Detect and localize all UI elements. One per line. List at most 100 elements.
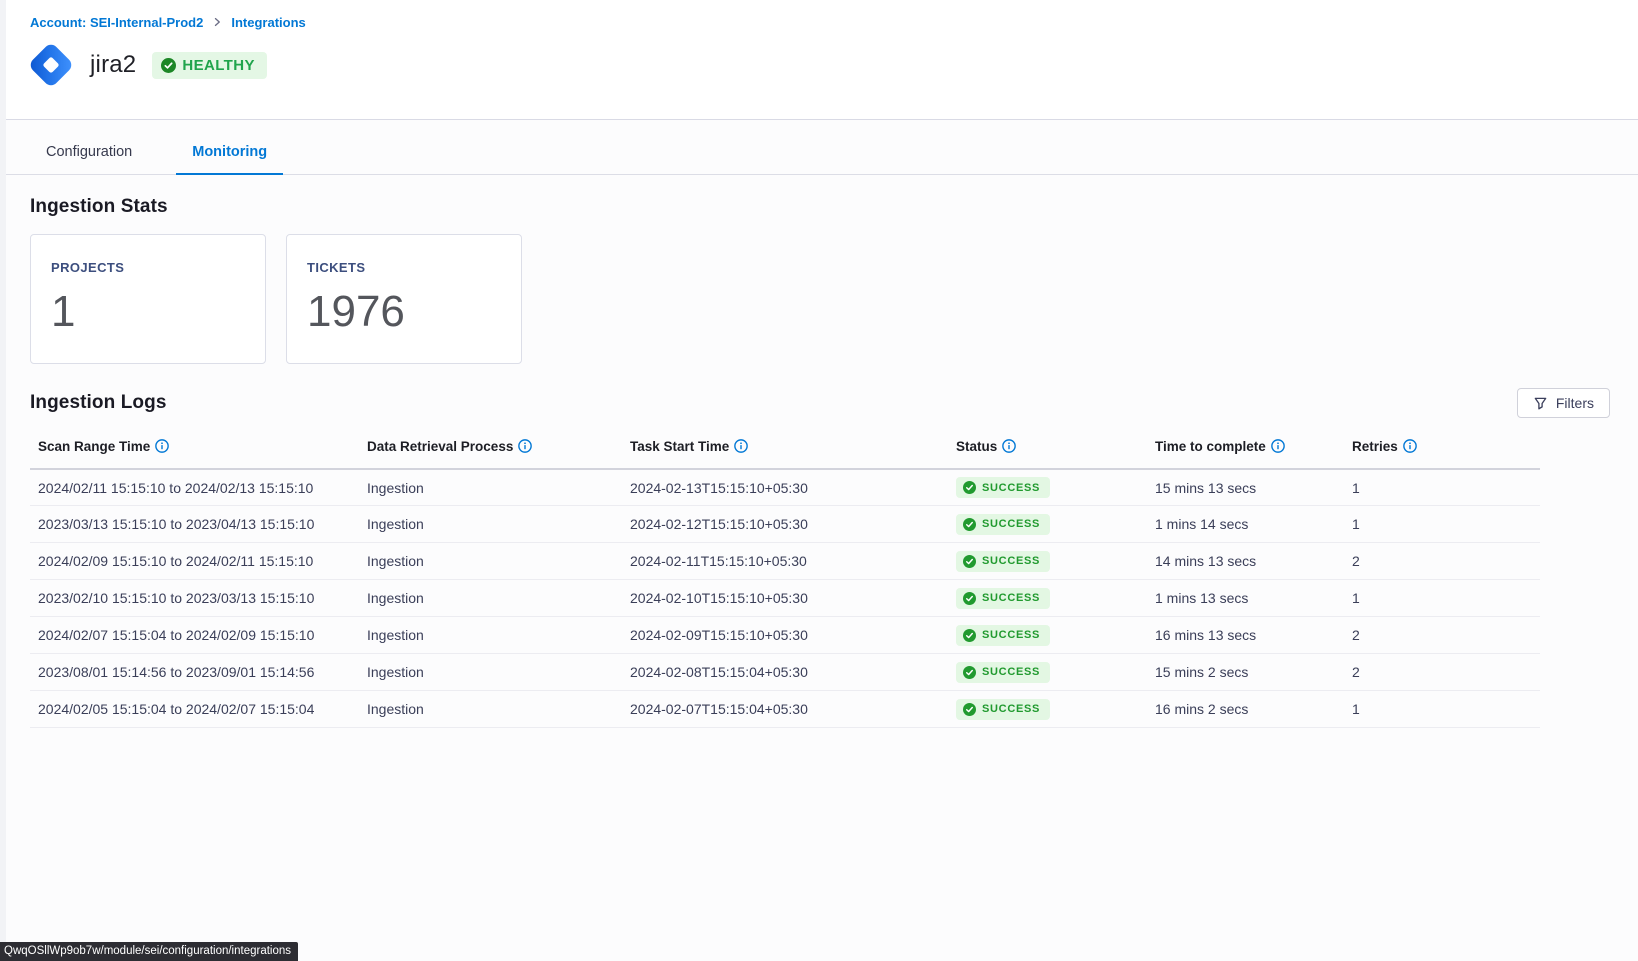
check-circle-icon (963, 666, 976, 679)
tab-configuration[interactable]: Configuration (30, 144, 148, 175)
collapsed-nav-strip (0, 0, 6, 961)
column-header-task-start-time: Task Start Time (622, 432, 948, 469)
cell-retries: 2 (1344, 543, 1540, 580)
cell-task-start: 2024-02-13T15:15:10+05:30 (622, 469, 948, 506)
cell-scan-range: 2023/08/01 15:14:56 to 2023/09/01 15:14:… (30, 654, 359, 691)
ingestion-logs-table: Scan Range Time Data Retrieval Process T… (30, 432, 1540, 728)
log-row[interactable]: 2024/02/07 15:15:04 to 2024/02/09 15:15:… (30, 617, 1540, 654)
filter-funnel-icon (1533, 396, 1548, 411)
cell-process: Ingestion (359, 617, 622, 654)
cell-process: Ingestion (359, 469, 622, 506)
cell-time-to-complete: 1 mins 13 secs (1147, 580, 1344, 617)
status-badge: SUCCESS (956, 662, 1050, 683)
log-row[interactable]: 2024/02/11 15:15:10 to 2024/02/13 15:15:… (30, 469, 1540, 506)
cell-task-start: 2024-02-08T15:15:04+05:30 (622, 654, 948, 691)
column-header-time-to-complete: Time to complete (1147, 432, 1344, 469)
integration-title: jira2 (90, 51, 136, 79)
column-label: Task Start Time (630, 439, 729, 454)
cell-task-start: 2024-02-11T15:15:10+05:30 (622, 543, 948, 580)
cell-process: Ingestion (359, 654, 622, 691)
integration-title-row: jira2 HEALTHY (30, 38, 1638, 92)
info-icon[interactable] (1271, 439, 1285, 453)
filters-button-label: Filters (1556, 395, 1594, 411)
stat-value: 1 (51, 287, 245, 337)
status-label: SUCCESS (982, 555, 1040, 567)
cell-process: Ingestion (359, 506, 622, 543)
cell-status: SUCCESS (948, 691, 1147, 728)
jira-logo-icon (24, 38, 78, 92)
filters-button[interactable]: Filters (1517, 388, 1610, 418)
cell-status: SUCCESS (948, 617, 1147, 654)
cell-scan-range: 2023/03/13 15:15:10 to 2023/04/13 15:15:… (30, 506, 359, 543)
status-label: SUCCESS (982, 592, 1040, 604)
cell-time-to-complete: 16 mins 13 secs (1147, 617, 1344, 654)
stat-card-tickets: TICKETS 1976 (286, 234, 522, 364)
cell-task-start: 2024-02-10T15:15:10+05:30 (622, 580, 948, 617)
status-label: SUCCESS (982, 629, 1040, 641)
cell-task-start: 2024-02-07T15:15:04+05:30 (622, 691, 948, 728)
check-circle-icon (963, 481, 976, 494)
log-row[interactable]: 2024/02/09 15:15:10 to 2024/02/11 15:15:… (30, 543, 1540, 580)
cell-scan-range: 2023/02/10 15:15:10 to 2023/03/13 15:15:… (30, 580, 359, 617)
cell-retries: 2 (1344, 617, 1540, 654)
cell-time-to-complete: 16 mins 2 secs (1147, 691, 1344, 728)
cell-task-start: 2024-02-12T15:15:10+05:30 (622, 506, 948, 543)
cell-time-to-complete: 15 mins 13 secs (1147, 469, 1344, 506)
info-icon[interactable] (1403, 439, 1417, 453)
info-icon[interactable] (734, 439, 748, 453)
cell-time-to-complete: 14 mins 13 secs (1147, 543, 1344, 580)
ingestion-logs-heading: Ingestion Logs (30, 392, 167, 414)
cell-scan-range: 2024/02/07 15:15:04 to 2024/02/09 15:15:… (30, 617, 359, 654)
stat-label: TICKETS (307, 260, 501, 275)
info-icon[interactable] (1002, 439, 1016, 453)
column-header-status: Status (948, 432, 1147, 469)
cell-scan-range: 2024/02/05 15:15:04 to 2024/02/07 15:15:… (30, 691, 359, 728)
chevron-right-icon (211, 16, 223, 28)
column-label: Status (956, 439, 997, 454)
health-status-badge: HEALTHY (152, 52, 267, 79)
status-badge: SUCCESS (956, 551, 1050, 572)
breadcrumb-account-link[interactable]: Account: SEI-Internal-Prod2 (30, 15, 203, 30)
status-bar-url: QwqOSllWp9ob7w/module/sei/configuration/… (0, 942, 298, 961)
check-circle-icon (161, 58, 176, 73)
monitoring-content: Configuration Monitoring Ingestion Stats… (0, 120, 1638, 961)
stat-label: PROJECTS (51, 260, 245, 275)
stat-card-projects: PROJECTS 1 (30, 234, 266, 364)
log-row[interactable]: 2023/02/10 15:15:10 to 2023/03/13 15:15:… (30, 580, 1540, 617)
status-badge: SUCCESS (956, 514, 1050, 535)
column-header-data-retrieval-process: Data Retrieval Process (359, 432, 622, 469)
ingestion-stats-cards: PROJECTS 1 TICKETS 1976 (30, 234, 1638, 364)
status-label: SUCCESS (982, 703, 1040, 715)
status-badge: SUCCESS (956, 588, 1050, 609)
info-icon[interactable] (155, 439, 169, 453)
check-circle-icon (963, 703, 976, 716)
cell-time-to-complete: 1 mins 14 secs (1147, 506, 1344, 543)
table-header-row: Scan Range Time Data Retrieval Process T… (30, 432, 1540, 469)
cell-retries: 2 (1344, 654, 1540, 691)
ingestion-stats-heading: Ingestion Stats (30, 196, 1638, 218)
status-badge: SUCCESS (956, 699, 1050, 720)
cell-process: Ingestion (359, 543, 622, 580)
cell-retries: 1 (1344, 506, 1540, 543)
column-label: Scan Range Time (38, 439, 150, 454)
column-label: Time to complete (1155, 439, 1266, 454)
column-label: Data Retrieval Process (367, 439, 513, 454)
breadcrumb-integrations-link[interactable]: Integrations (231, 15, 305, 30)
cell-status: SUCCESS (948, 580, 1147, 617)
status-badge: SUCCESS (956, 477, 1050, 498)
check-circle-icon (963, 629, 976, 642)
log-row[interactable]: 2023/03/13 15:15:10 to 2023/04/13 15:15:… (30, 506, 1540, 543)
status-label: SUCCESS (982, 482, 1040, 494)
log-row[interactable]: 2024/02/05 15:15:04 to 2024/02/07 15:15:… (30, 691, 1540, 728)
cell-status: SUCCESS (948, 543, 1147, 580)
info-icon[interactable] (518, 439, 532, 453)
log-row[interactable]: 2023/08/01 15:14:56 to 2023/09/01 15:14:… (30, 654, 1540, 691)
tab-monitoring[interactable]: Monitoring (176, 144, 283, 175)
cell-scan-range: 2024/02/11 15:15:10 to 2024/02/13 15:15:… (30, 469, 359, 506)
status-label: SUCCESS (982, 518, 1040, 530)
tab-bar: Configuration Monitoring (0, 120, 1638, 175)
check-circle-icon (963, 592, 976, 605)
cell-process: Ingestion (359, 580, 622, 617)
breadcrumb: Account: SEI-Internal-Prod2 Integrations (30, 14, 1638, 30)
status-label: SUCCESS (982, 666, 1040, 678)
